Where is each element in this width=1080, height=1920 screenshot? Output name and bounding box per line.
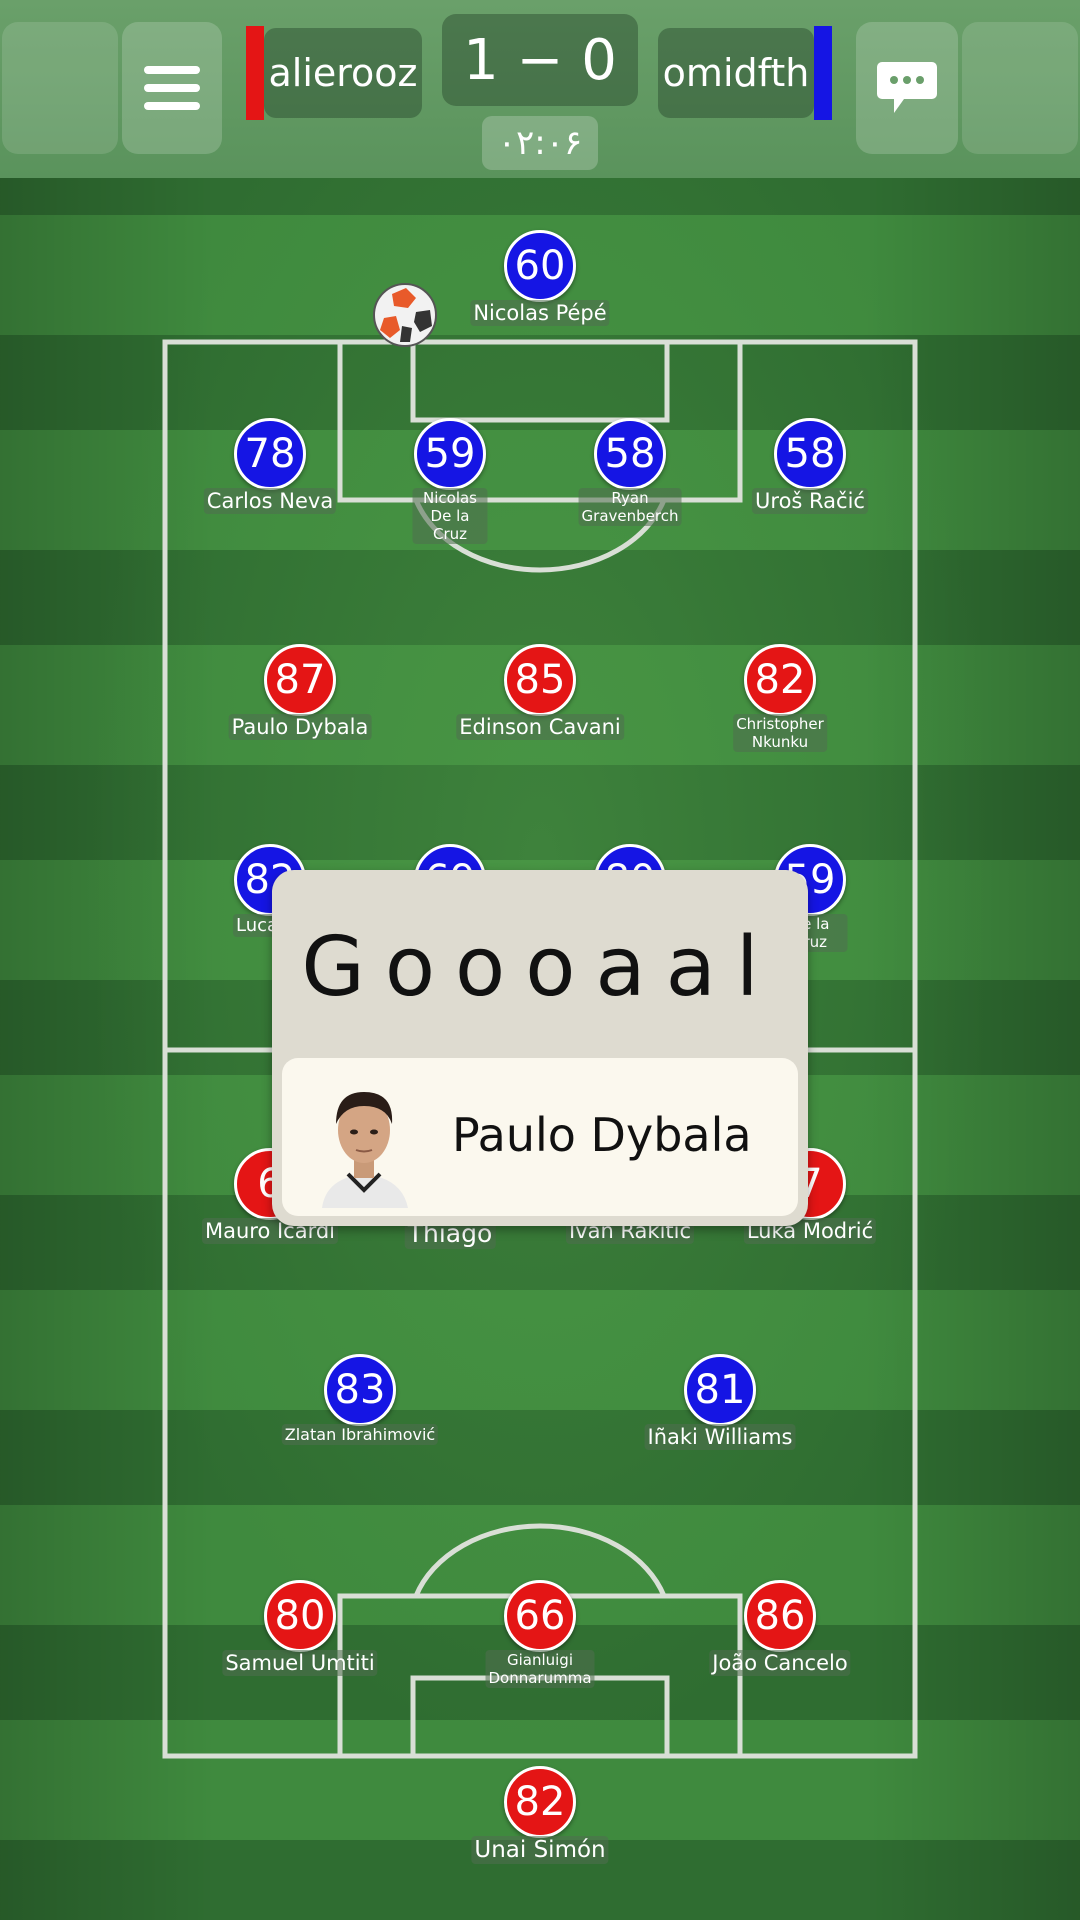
player-name-label: Nicolas Pépé <box>470 300 610 326</box>
player-rating-badge: 83 <box>324 1354 396 1426</box>
player-token[interactable]: 81 Iñaki Williams <box>644 1354 796 1474</box>
player-rating-badge: 86 <box>744 1580 816 1652</box>
player-token[interactable]: 82 Christopher Nkunku <box>705 644 855 764</box>
scorer-card: Paulo Dybala <box>282 1058 798 1216</box>
goal-popup: Goooaal Paulo Dybala <box>272 870 808 1226</box>
scorer-name: Paulo Dybala <box>452 1108 752 1162</box>
hamburger-menu-icon <box>144 66 200 110</box>
player-token[interactable]: 60 Nicolas Pépé <box>465 230 615 350</box>
player-rating-badge: 80 <box>264 1580 336 1652</box>
player-token[interactable]: 87 Paulo Dybala <box>225 644 375 764</box>
player-rating-badge: 78 <box>234 418 306 490</box>
player-name-label: Ryan Gravenberch <box>578 488 682 526</box>
player-token[interactable]: 83 Zlatan Ibrahimović <box>281 1354 439 1474</box>
player-token[interactable]: 86 João Cancelo <box>705 1580 855 1700</box>
player-name-label: Unai Simón <box>471 1836 609 1864</box>
player-name-label: João Cancelo <box>709 1650 851 1676</box>
player-rating-badge: 87 <box>264 644 336 716</box>
home-team-color-bar <box>246 26 264 120</box>
player-token[interactable]: 66 Gianluigi Donnarumma <box>465 1580 615 1700</box>
away-player-name: omidfth <box>658 28 814 118</box>
top-goal-box <box>410 339 670 423</box>
chat-button[interactable] <box>856 22 958 154</box>
soccer-ball-icon <box>373 283 437 347</box>
scorer-portrait <box>322 1092 408 1208</box>
menu-button[interactable] <box>122 22 222 154</box>
player-rating-badge: 82 <box>744 644 816 716</box>
player-token[interactable]: 82 Unai Simón <box>465 1766 615 1886</box>
player-rating-badge: 58 <box>594 418 666 490</box>
player-name-label: Zlatan Ibrahimović <box>281 1424 439 1445</box>
player-rating-badge: 81 <box>684 1354 756 1426</box>
player-rating-badge: 85 <box>504 644 576 716</box>
player-name-label: Edinson Cavani <box>456 714 624 740</box>
player-token[interactable]: 58 Ryan Gravenberch <box>555 418 705 538</box>
player-name-label: Nicolas De la Cruz <box>412 488 488 544</box>
player-rating-badge: 60 <box>504 230 576 302</box>
player-name-label: Christopher Nkunku <box>733 714 827 752</box>
player-name-label: Carlos Neva <box>203 488 337 514</box>
match-timer: ۰۲:۰۶ <box>482 116 598 170</box>
player-name-label: Gianluigi Donnarumma <box>485 1650 595 1688</box>
player-name-label: Uroš Račić <box>752 488 868 514</box>
top-bar: alierooz 1 − 0 ۰۲:۰۶ omidfth <box>0 0 1080 178</box>
chat-bubble-icon <box>877 62 937 113</box>
player-token[interactable]: 59 Nicolas De la Cruz <box>375 418 525 544</box>
player-name-label: Paulo Dybala <box>228 714 372 740</box>
match-score: 1 − 0 <box>442 14 638 106</box>
player-token[interactable]: 58 Uroš Račić <box>735 418 885 538</box>
player-rating-badge: 59 <box>414 418 486 490</box>
home-player-name: alierooz <box>264 28 422 118</box>
player-token[interactable]: 85 Edinson Cavani <box>456 644 624 764</box>
away-team-color-bar <box>814 26 832 120</box>
player-name-label: Iñaki Williams <box>644 1424 796 1450</box>
player-token[interactable]: 80 Samuel Umtiti <box>222 1580 378 1700</box>
player-rating-badge: 66 <box>504 1580 576 1652</box>
player-rating-badge: 82 <box>504 1766 576 1838</box>
right-corner-tile <box>962 22 1078 154</box>
player-rating-badge: 58 <box>774 418 846 490</box>
goal-title: Goooaal <box>301 920 779 1015</box>
player-token[interactable]: 78 Carlos Neva <box>195 418 345 538</box>
player-name-label: Samuel Umtiti <box>222 1650 378 1676</box>
left-corner-tile <box>2 22 118 154</box>
